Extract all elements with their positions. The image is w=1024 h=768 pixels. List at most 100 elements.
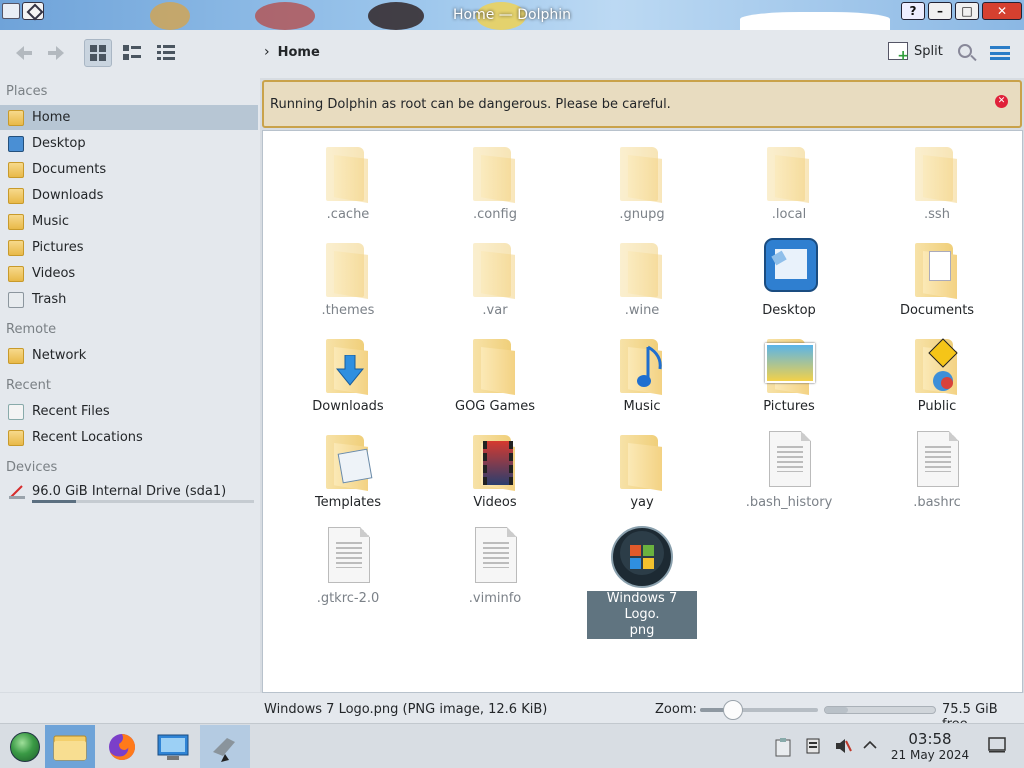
file-item[interactable]: .gtkrc-2.0 [293,525,403,607]
sidebar-item-videos[interactable]: Videos [0,261,258,286]
file-name-line: Windows 7 Logo. [606,591,678,622]
file-item[interactable]: Public [882,333,992,415]
system-settings-icon [157,734,189,760]
file-item[interactable]: GOG Games [440,333,550,415]
back-button[interactable] [10,39,38,67]
status-info: Windows 7 Logo.png (PNG image, 12.6 KiB) [264,702,548,717]
main-toolbar: › Home Split [0,30,1024,78]
file-item[interactable]: Downloads [293,333,403,415]
clock-date: 21 May 2024 [890,748,970,762]
folder-icon [469,141,521,203]
details-view-button[interactable] [152,39,180,67]
sidebar-item-label: Network [32,348,87,363]
sidebar-item-desktop[interactable]: Desktop [0,131,258,156]
downloads-folder-icon [322,333,374,395]
clipboard-icon[interactable] [774,737,792,757]
maximize-button[interactable]: □ [955,2,979,20]
split-label: Split [914,43,943,59]
file-item-selected[interactable]: Windows 7 Logo. png [587,525,697,639]
file-item[interactable]: .config [440,141,550,223]
sidebar-item-label: Recent Locations [32,430,143,445]
forward-button[interactable] [42,39,70,67]
file-item[interactable]: .bash_history [734,429,844,511]
sidebar-item-label: Desktop [32,136,86,151]
file-item[interactable]: .gnupg [587,141,697,223]
file-item[interactable]: Videos [440,429,550,511]
free-space-bar[interactable] [824,706,936,714]
taskbar: 03:58 21 May 2024 [0,723,1024,768]
file-item[interactable]: Pictures [734,333,844,415]
file-name: .ssh [924,207,950,222]
folder-icon [322,141,374,203]
file-name: .cache [326,207,370,222]
icons-view-button[interactable] [84,39,112,67]
folder-icon [763,141,815,203]
split-view-icon [888,42,909,64]
file-item[interactable]: .bashrc [882,429,992,511]
close-icon[interactable]: ✕ [995,95,1008,108]
file-item[interactable]: Desktop [734,237,844,319]
sidebar-item-label: Recent Files [32,404,110,419]
file-item[interactable]: .wine [587,237,697,319]
documents-folder-icon [911,237,963,299]
sidebar-item-trash[interactable]: Trash [0,287,258,312]
videos-folder-icon [469,429,521,491]
file-name: Templates [314,495,382,510]
file-item[interactable]: .cache [293,141,403,223]
file-item[interactable]: Templates [293,429,403,511]
breadcrumb-home[interactable]: Home [278,45,320,60]
sidebar-item-home[interactable]: Home [0,105,258,130]
music-folder-icon [616,333,668,395]
taskbar-firefox[interactable] [97,725,147,768]
file-item[interactable]: .local [734,141,844,223]
downloads-folder-icon [8,187,24,204]
sidebar-item-recent-files[interactable]: Recent Files [0,399,258,424]
file-name: Downloads [312,399,384,414]
folder-icon [911,141,963,203]
sidebar-item-music[interactable]: Music [0,209,258,234]
zoom-slider[interactable] [700,708,818,712]
file-item[interactable]: .var [440,237,550,319]
drive-usage-fill [32,500,76,503]
removable-drive-icon[interactable] [804,737,822,755]
file-name: .wine [624,303,660,318]
hamburger-menu-icon[interactable] [990,46,1010,60]
clock[interactable]: 03:58 21 May 2024 [882,730,978,762]
taskbar-file-manager[interactable] [45,725,95,768]
folder-icon [322,237,374,299]
file-item[interactable]: .themes [293,237,403,319]
drive-usage-bar [32,500,254,503]
section-devices-title: Devices [6,460,58,475]
file-item[interactable]: Documents [882,237,992,319]
split-button[interactable]: Split [888,42,943,64]
sidebar-item-recent-locations[interactable]: Recent Locations [0,425,258,450]
window-titlebar[interactable]: Home — Dolphin ? – □ ✕ [0,0,1024,30]
show-desktop-icon[interactable] [988,737,1006,755]
sidebar-item-network[interactable]: Network [0,343,258,368]
sidebar-item-pictures[interactable]: Pictures [0,235,258,260]
file-item[interactable]: Music [587,333,697,415]
help-button[interactable]: ? [901,2,925,20]
minimize-button[interactable]: – [928,2,952,20]
section-recent-title: Recent [6,378,51,393]
window-title: Home — Dolphin [452,7,571,23]
sidebar-item-documents[interactable]: Documents [0,157,258,182]
file-item[interactable]: .viminfo [440,525,550,607]
tray-expand-icon[interactable] [862,737,880,755]
close-button[interactable]: ✕ [982,2,1022,20]
file-view[interactable]: .cache .config .gnupg .local .ssh .theme… [262,130,1023,693]
volume-muted-icon[interactable] [834,737,852,755]
file-item[interactable]: yay [587,429,697,511]
compact-view-button[interactable] [118,39,146,67]
recent-locations-icon [8,429,24,446]
start-button[interactable] [0,725,50,768]
taskbar-tool-app[interactable] [200,725,250,768]
breadcrumb[interactable]: › Home [264,44,320,60]
breadcrumb-chevron-icon: › [264,44,270,60]
sidebar-item-downloads[interactable]: Downloads [0,183,258,208]
search-icon[interactable] [958,44,972,58]
zoom-slider-handle[interactable] [723,700,743,720]
taskbar-system-settings[interactable] [148,725,198,768]
file-item[interactable]: .ssh [882,141,992,223]
zoom-label: Zoom: [655,702,697,717]
